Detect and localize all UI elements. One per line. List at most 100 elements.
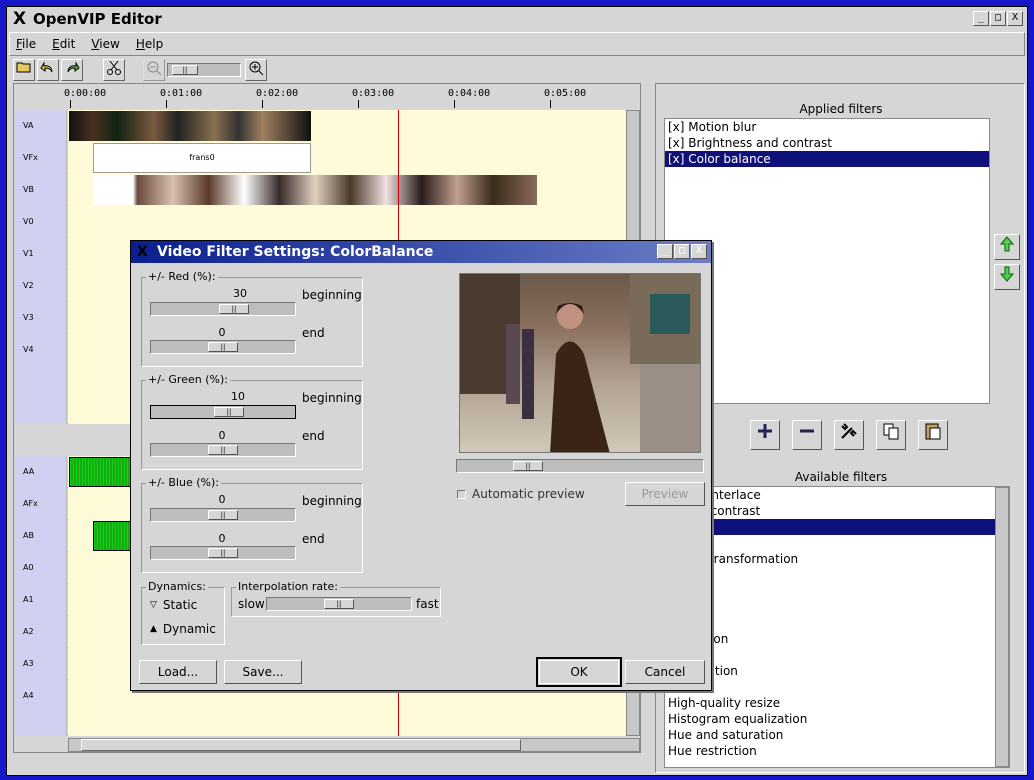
green-beginning-slider[interactable]: || (150, 405, 296, 419)
load-button[interactable]: Load... (139, 660, 217, 684)
green-beginning-value: 10 (231, 390, 245, 403)
list-item[interactable]: de (665, 679, 1009, 695)
slider-thumb[interactable]: || (208, 445, 238, 455)
track-label: V3 (15, 302, 67, 334)
list-item[interactable] (665, 583, 1009, 599)
move-up-button[interactable] (994, 234, 1020, 260)
list-item[interactable]: Hue restriction (665, 743, 1009, 759)
maximize-button[interactable]: □ (674, 244, 690, 259)
menu-view[interactable]: View (91, 37, 119, 51)
remove-filter-button[interactable] (792, 420, 822, 450)
audio-clip[interactable] (93, 521, 135, 551)
red-end-slider[interactable]: || (150, 340, 296, 354)
track-label: VB (15, 174, 67, 206)
green-end-value: 0 (218, 429, 226, 442)
preview-position-slider[interactable]: || (456, 459, 704, 473)
slider-thumb[interactable]: || (208, 342, 238, 352)
cut-icon[interactable] (103, 59, 125, 81)
menu-help[interactable]: Help (136, 37, 163, 51)
preview-button[interactable]: Preview (625, 482, 705, 506)
list-item[interactable] (665, 567, 1009, 583)
list-item[interactable] (665, 535, 1009, 551)
dynamics-static-radio[interactable]: ▽ Static (150, 598, 197, 612)
maximize-button[interactable]: □ (990, 11, 1006, 26)
red-beginning-slider[interactable]: || (150, 302, 296, 316)
track-label: AFx (15, 488, 67, 520)
zoom-slider[interactable]: || (167, 63, 241, 77)
minimize-button[interactable]: _ (973, 11, 989, 26)
list-item[interactable]: sed deinterlace (665, 487, 1009, 503)
track-row[interactable]: VFx ↓ frans0 (15, 142, 633, 174)
add-filter-button[interactable] (750, 420, 780, 450)
beginning-label: beginning (302, 391, 362, 405)
slider-thumb[interactable]: || (513, 461, 543, 471)
list-item[interactable]: lance (665, 519, 995, 535)
video-clip[interactable] (69, 111, 311, 141)
list-item[interactable]: colour transformation (665, 551, 1009, 567)
list-item[interactable]: Hue and saturation (665, 727, 1009, 743)
copy-filter-button[interactable] (876, 420, 906, 450)
ok-button[interactable]: OK (536, 657, 622, 687)
list-item[interactable]: [x] Motion blur (665, 119, 989, 135)
slider-thumb[interactable]: || (219, 304, 249, 314)
slider-thumb[interactable]: || (324, 599, 354, 609)
zoom-slider-thumb[interactable]: || (172, 65, 198, 75)
list-item[interactable]: convolution (665, 663, 1009, 679)
dynamics-dynamic-radio[interactable]: ▲ Dynamic (150, 622, 216, 636)
slider-thumb[interactable]: || (208, 510, 238, 520)
green-label: +/- Green (%): (146, 373, 230, 386)
video-clip[interactable] (93, 175, 537, 205)
dynamics-label: Dynamics: (146, 580, 208, 593)
redo-icon[interactable] (61, 59, 83, 81)
cancel-button[interactable]: Cancel (625, 660, 705, 684)
undo-icon[interactable] (37, 59, 59, 81)
blue-beginning-slider[interactable]: || (150, 508, 296, 522)
interpolation-slider[interactable]: || (266, 597, 412, 611)
red-group: +/- Red (%): 30 || beginning 0 || end (141, 270, 363, 367)
slider-thumb[interactable]: || (208, 548, 238, 558)
blue-end-slider[interactable]: || (150, 546, 296, 560)
available-filters-scrollbar[interactable] (995, 487, 1009, 767)
list-item[interactable]: High-quality resize (665, 695, 1009, 711)
tick-label: 0:02:00 (256, 88, 299, 99)
track-row[interactable]: VA (15, 110, 633, 142)
audio-clip[interactable] (69, 457, 135, 487)
scroll-thumb[interactable] (81, 739, 521, 751)
minimize-button[interactable]: _ (657, 244, 673, 259)
zoom-in-icon[interactable] (245, 59, 267, 81)
save-button[interactable]: Save... (224, 660, 302, 684)
track-row[interactable]: V0 (15, 206, 633, 238)
list-item[interactable] (665, 615, 1009, 631)
open-folder-icon[interactable] (13, 59, 35, 81)
applied-filters-list[interactable]: [x] Motion blur [x] Brightness and contr… (664, 118, 990, 404)
green-end-slider[interactable]: || (150, 443, 296, 457)
tick-label: 0:01:00 (160, 88, 203, 99)
menu-edit[interactable]: Edit (52, 37, 75, 51)
automatic-preview-checkbox[interactable]: Automatic preview (457, 487, 585, 501)
list-item[interactable]: [x] Brightness and contrast (665, 135, 989, 151)
list-item[interactable]: ss and contrast (665, 503, 1009, 519)
menu-bar: File Edit View Help (9, 32, 1025, 56)
list-item[interactable]: Histogram equalization (665, 711, 1009, 727)
preview-image (459, 273, 701, 453)
close-button[interactable]: X (1007, 11, 1023, 26)
slider-thumb[interactable]: || (214, 407, 244, 417)
track-row[interactable]: VB (15, 174, 633, 206)
list-item[interactable]: t (665, 599, 1009, 615)
transition-clip[interactable]: frans0 (93, 143, 311, 173)
move-down-button[interactable] (994, 264, 1020, 290)
timeline-hscrollbar[interactable] (68, 738, 640, 752)
menu-file[interactable]: File (16, 37, 36, 51)
available-filters-list[interactable]: sed deinterlace ss and contrast lance co… (664, 486, 1010, 768)
list-item[interactable]: correction (665, 631, 1009, 647)
transition-label: frans0 (189, 153, 215, 162)
filter-settings-button[interactable] (834, 420, 864, 450)
paste-filter-button[interactable] (918, 420, 948, 450)
close-button[interactable]: X (691, 244, 707, 259)
checkbox-icon (457, 489, 466, 499)
zoom-out-icon[interactable] (143, 59, 165, 81)
list-item[interactable]: n blur (665, 647, 1009, 663)
green-group: +/- Green (%): 10 || beginning 0 || end (141, 373, 363, 470)
list-item[interactable]: [x] Color balance (665, 151, 989, 167)
beginning-label: beginning (302, 494, 362, 508)
